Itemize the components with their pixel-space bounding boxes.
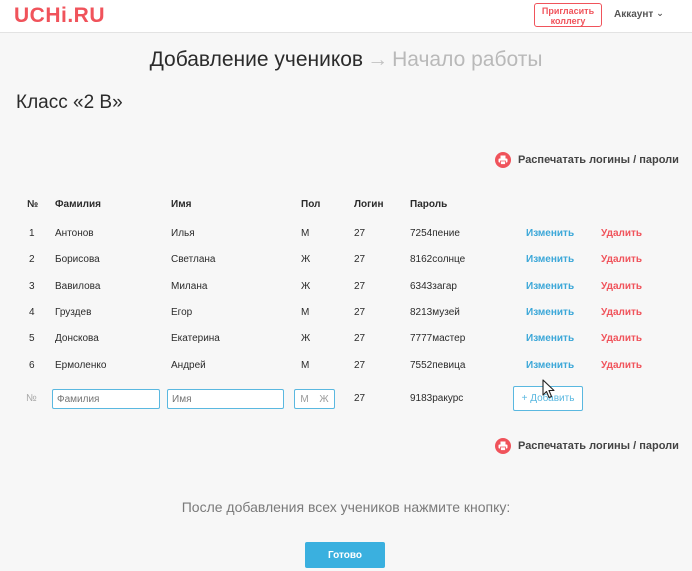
print-logins-link-bottom[interactable]: Распечатать логины / пароли (495, 438, 679, 454)
row-login: 27 (354, 333, 366, 344)
print-logins-link-top[interactable]: Распечатать логины / пароли (495, 152, 679, 168)
row-num: 6 (29, 360, 35, 371)
printer-icon (495, 438, 511, 454)
row-login: 27 (354, 360, 366, 371)
col-header-login: Логин (354, 199, 384, 210)
row-password: 7552певица (410, 360, 466, 371)
gender-toggle[interactable]: М Ж (294, 389, 335, 409)
new-row-login: 27 (354, 393, 366, 404)
delete-link[interactable]: Удалить (601, 333, 642, 344)
row-num: 4 (29, 307, 35, 318)
row-surname: Вавилова (55, 281, 101, 292)
row-num: 1 (29, 228, 35, 239)
col-header-gender: Пол (301, 199, 321, 210)
done-button[interactable]: Готово (305, 542, 385, 568)
logo[interactable]: UCHi.RU (14, 5, 105, 26)
account-menu[interactable]: Аккаунт ⌄ (614, 8, 664, 20)
row-login: 27 (354, 281, 366, 292)
row-login: 27 (354, 254, 366, 265)
gender-option-m[interactable]: М (300, 394, 308, 405)
step-next: Начало работы (392, 48, 543, 71)
edit-link[interactable]: Изменить (526, 281, 574, 292)
row-num: 5 (29, 333, 35, 344)
top-bar: UCHi.RU Пригласить коллегу Аккаунт ⌄ (0, 0, 692, 33)
row-name: Егор (171, 307, 193, 318)
surname-input[interactable] (52, 389, 160, 409)
class-title: Класс «2 В» (16, 92, 123, 113)
delete-link[interactable]: Удалить (601, 360, 642, 371)
row-gender: М (301, 307, 310, 318)
print-logins-label: Распечатать логины / пароли (518, 154, 679, 166)
col-header-num: № (27, 199, 39, 210)
step-current: Добавление учеников (149, 48, 364, 71)
col-header-password: Пароль (410, 199, 448, 210)
row-password: 6343загар (410, 281, 457, 292)
row-surname: Груздев (55, 307, 92, 318)
edit-link[interactable]: Изменить (526, 254, 574, 265)
row-name: Андрей (171, 360, 206, 371)
new-row-password: 9183ракурс (410, 393, 464, 404)
wizard-steps: Добавление учеников → Начало работы (0, 48, 692, 72)
row-gender: Ж (301, 333, 311, 344)
row-password: 8213музей (410, 307, 460, 318)
row-gender: Ж (301, 281, 311, 292)
row-login: 27 (354, 307, 366, 318)
invite-line-2: коллегу (550, 16, 586, 26)
mouse-cursor-icon (542, 379, 555, 399)
row-password: 7777мастер (410, 333, 466, 344)
arrow-right-icon: → (367, 48, 389, 71)
row-num: 3 (29, 281, 35, 292)
row-gender: М (301, 360, 310, 371)
edit-link[interactable]: Изменить (526, 333, 574, 344)
row-name: Милана (171, 281, 208, 292)
delete-link[interactable]: Удалить (601, 254, 642, 265)
row-gender: М (301, 228, 310, 239)
row-name: Екатерина (171, 333, 220, 344)
col-header-name: Имя (171, 199, 192, 210)
gender-option-f[interactable]: Ж (319, 394, 328, 405)
row-password: 8162солнце (410, 254, 466, 265)
row-name: Светлана (171, 254, 216, 265)
delete-link[interactable]: Удалить (601, 228, 642, 239)
edit-link[interactable]: Изменить (526, 307, 574, 318)
account-label: Аккаунт (614, 9, 654, 20)
row-num: 2 (29, 254, 35, 265)
row-password: 7254пение (410, 228, 460, 239)
row-surname: Борисова (55, 254, 100, 265)
row-surname: Ермоленко (55, 360, 107, 371)
delete-link[interactable]: Удалить (601, 307, 642, 318)
invite-colleague-button[interactable]: Пригласить коллегу (534, 3, 602, 27)
printer-icon (495, 152, 511, 168)
edit-link[interactable]: Изменить (526, 360, 574, 371)
row-gender: Ж (301, 254, 311, 265)
row-name: Илья (171, 228, 195, 239)
name-input[interactable] (167, 389, 284, 409)
edit-link[interactable]: Изменить (526, 228, 574, 239)
col-header-surname: Фамилия (55, 199, 101, 210)
finish-hint: После добавления всех учеников нажмите к… (181, 499, 511, 515)
row-surname: Антонов (55, 228, 94, 239)
new-row-num: № (26, 393, 37, 404)
delete-link[interactable]: Удалить (601, 281, 642, 292)
chevron-down-icon: ⌄ (656, 8, 664, 18)
row-surname: Донскова (55, 333, 99, 344)
row-login: 27 (354, 228, 366, 239)
invite-line-1: Пригласить (541, 6, 595, 16)
print-logins-label: Распечатать логины / пароли (518, 440, 679, 452)
